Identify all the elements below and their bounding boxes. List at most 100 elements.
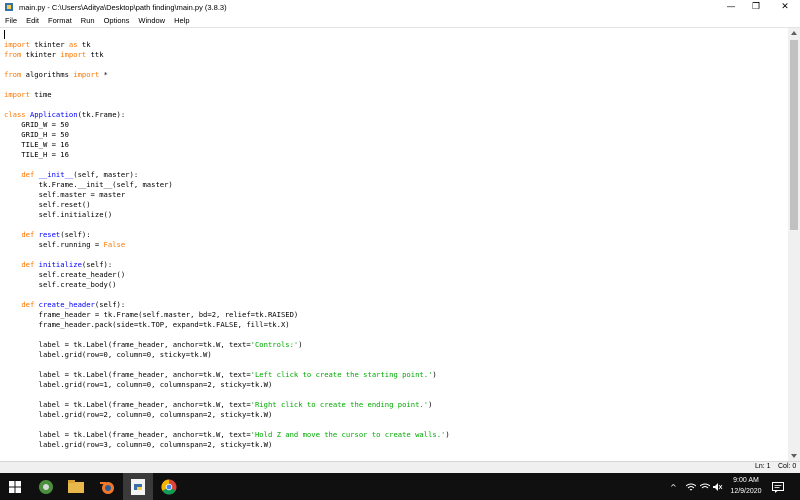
code-token: def bbox=[21, 300, 35, 309]
code-line[interactable] bbox=[4, 290, 450, 300]
code-token: from bbox=[4, 70, 22, 79]
scroll-up-button[interactable] bbox=[788, 28, 800, 38]
code-line[interactable] bbox=[4, 80, 450, 90]
code-line[interactable]: GRID_H = 50 bbox=[4, 130, 450, 140]
code-token: class bbox=[4, 110, 26, 119]
code-token: Application bbox=[29, 110, 78, 119]
code-token: initialize bbox=[38, 260, 82, 269]
code-text[interactable]: import tkinter as tk from tkinter import … bbox=[4, 30, 450, 461]
code-token: import bbox=[4, 40, 30, 49]
code-line[interactable]: self.initialize() bbox=[4, 210, 450, 220]
menu-run[interactable]: Run bbox=[76, 16, 99, 25]
code-line[interactable]: self.create_header() bbox=[4, 270, 450, 280]
code-token: label = tk.Label(frame_header, anchor=tk… bbox=[4, 340, 251, 349]
code-line[interactable]: frame_header = tk.Frame(self.master, bd=… bbox=[4, 310, 450, 320]
code-line[interactable] bbox=[4, 100, 450, 110]
chevron-up-icon[interactable]: ^ bbox=[670, 481, 677, 493]
code-token: label = tk.Label(frame_header, anchor=tk… bbox=[4, 400, 251, 409]
volume-icon[interactable] bbox=[713, 481, 723, 493]
code-line[interactable]: TILE_H = 16 bbox=[4, 150, 450, 160]
code-token: self.initialize() bbox=[4, 210, 113, 219]
code-line[interactable]: def reset(self): bbox=[4, 230, 450, 240]
code-line[interactable]: from algorithms import * bbox=[4, 70, 450, 80]
chrome-icon bbox=[161, 478, 177, 495]
code-token: time bbox=[29, 90, 52, 99]
code-line[interactable]: label.grid(row=0, column=0, sticky=tk.W) bbox=[4, 350, 450, 360]
code-line[interactable]: frame_header.pack(side=tk.TOP, expand=tk… bbox=[4, 320, 450, 330]
scroll-down-button[interactable] bbox=[788, 451, 800, 461]
taskbar-app-chrome[interactable] bbox=[154, 473, 184, 500]
code-line[interactable]: def __init__(self, master): bbox=[4, 170, 450, 180]
app-icon bbox=[39, 479, 53, 494]
code-line[interactable] bbox=[4, 160, 450, 170]
code-token: label.grid(row=3, column=0, columnspan=2… bbox=[4, 440, 273, 449]
code-token: import bbox=[60, 50, 87, 59]
code-line[interactable]: label.grid(row=1, column=0, columnspan=2… bbox=[4, 380, 450, 390]
code-line[interactable] bbox=[4, 390, 450, 400]
code-line[interactable]: label = tk.Label(frame_header, anchor=tk… bbox=[4, 340, 450, 350]
code-line[interactable]: tk.Frame.__init__(self, master) bbox=[4, 180, 450, 190]
code-token: 'Hold Z and move the cursor to create wa… bbox=[250, 430, 446, 439]
menu-format[interactable]: Format bbox=[44, 16, 77, 25]
code-token: (self): bbox=[94, 300, 126, 309]
code-token: import bbox=[4, 90, 30, 99]
wifi-icon[interactable] bbox=[686, 481, 696, 493]
taskbar-app-file-explorer[interactable] bbox=[61, 473, 91, 500]
menu-help[interactable]: Help bbox=[170, 16, 194, 25]
code-token: TILE_H = 16 bbox=[4, 150, 69, 159]
notifications-icon[interactable] bbox=[772, 481, 784, 493]
code-line[interactable] bbox=[4, 30, 450, 40]
code-line[interactable]: self.create_body() bbox=[4, 280, 450, 290]
scroll-thumb[interactable] bbox=[790, 40, 798, 230]
code-line[interactable]: import time bbox=[4, 90, 450, 100]
code-line[interactable]: self.master = master bbox=[4, 190, 450, 200]
code-line[interactable]: TILE_W = 16 bbox=[4, 140, 450, 150]
vertical-scrollbar[interactable] bbox=[788, 28, 800, 461]
code-line[interactable] bbox=[4, 220, 450, 230]
code-line[interactable]: label = tk.Label(frame_header, anchor=tk… bbox=[4, 370, 450, 380]
code-line[interactable]: label.grid(row=3, column=0, columnspan=2… bbox=[4, 440, 450, 450]
network-icon[interactable] bbox=[700, 481, 710, 493]
code-token: def bbox=[21, 170, 35, 179]
code-token: ) bbox=[445, 430, 450, 439]
windows-logo-icon bbox=[9, 480, 21, 493]
code-line[interactable] bbox=[4, 60, 450, 70]
taskbar-app-blender[interactable] bbox=[92, 473, 122, 500]
clock-date: 12/9/2020 bbox=[730, 488, 762, 495]
close-button[interactable]: ✕ bbox=[762, 0, 800, 14]
code-line[interactable]: def create_header(self): bbox=[4, 300, 450, 310]
code-editor[interactable]: import tkinter as tk from tkinter import … bbox=[0, 28, 788, 461]
menu-window[interactable]: Window bbox=[134, 16, 170, 25]
code-line[interactable]: import tkinter as tk bbox=[4, 40, 450, 50]
code-line[interactable]: self.reset() bbox=[4, 200, 450, 210]
code-line[interactable] bbox=[4, 330, 450, 340]
code-line[interactable] bbox=[4, 250, 450, 260]
code-line[interactable]: label = tk.Label(frame_header, anchor=tk… bbox=[4, 430, 450, 440]
menu-options[interactable]: Options bbox=[99, 16, 134, 25]
menu-file[interactable]: File bbox=[0, 16, 22, 25]
code-line[interactable] bbox=[4, 420, 450, 430]
code-line[interactable] bbox=[4, 450, 450, 460]
code-line[interactable]: class Application(tk.Frame): bbox=[4, 110, 450, 120]
code-line[interactable]: self.running = False bbox=[4, 240, 450, 250]
code-line[interactable]: label = tk.Label(frame_header, anchor=tk… bbox=[4, 400, 450, 410]
taskbar-app-idle[interactable] bbox=[123, 473, 153, 500]
code-line[interactable] bbox=[4, 360, 450, 370]
system-clock[interactable]: 9:00 AM 12/9/2020 bbox=[726, 475, 766, 497]
window-title-bar: main.py - C:\Users\Aditya\Desktop\path f… bbox=[0, 0, 800, 14]
code-token: tkinter bbox=[29, 40, 69, 49]
code-line[interactable]: def initialize(self): bbox=[4, 260, 450, 270]
taskbar-app-browser[interactable] bbox=[31, 473, 61, 500]
code-token: GRID_H = 50 bbox=[4, 130, 69, 139]
code-token: (self): bbox=[60, 230, 91, 239]
code-token: 'Left click to create the starting point… bbox=[250, 370, 433, 379]
code-line[interactable]: from tkinter import ttk bbox=[4, 50, 450, 60]
menu-edit[interactable]: Edit bbox=[22, 16, 44, 25]
code-line[interactable]: GRID_W = 50 bbox=[4, 120, 450, 130]
code-line[interactable]: label.grid(row=2, column=0, columnspan=2… bbox=[4, 410, 450, 420]
start-button[interactable] bbox=[0, 473, 30, 500]
python-file-icon bbox=[131, 478, 145, 495]
python-idle-icon bbox=[5, 3, 13, 11]
